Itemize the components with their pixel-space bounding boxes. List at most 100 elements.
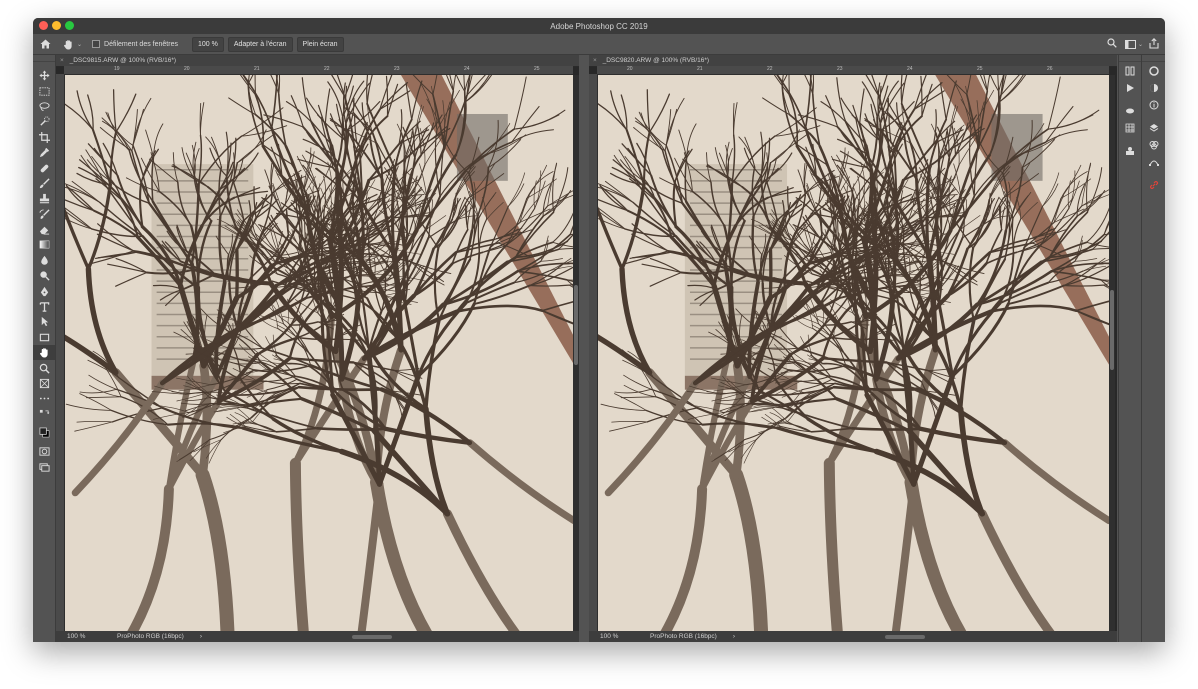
fit-screen-button[interactable]: Adapter à l'écran xyxy=(227,36,293,52)
close-window-button[interactable] xyxy=(39,21,48,30)
color-wheel-icon xyxy=(1149,65,1159,76)
eraser-tool[interactable] xyxy=(33,222,55,237)
history-icon xyxy=(1125,66,1135,75)
horizontal-scrollbar-thumb[interactable] xyxy=(352,634,393,639)
status-zoom[interactable]: 100 % xyxy=(67,633,113,640)
paths-panel-button[interactable] xyxy=(1142,153,1165,170)
vertical-ruler[interactable] xyxy=(56,74,65,631)
panel-grip[interactable] xyxy=(1142,55,1165,62)
vertical-ruler[interactable] xyxy=(589,74,598,631)
workspace-switcher[interactable]: ⌄ xyxy=(1124,39,1143,49)
status-menu-arrow[interactable]: › xyxy=(733,633,735,640)
quick-select-tool-icon xyxy=(39,116,50,127)
rectangle-tool-icon xyxy=(39,333,49,342)
grid-panel-button[interactable] xyxy=(1119,119,1141,136)
ruler-tick-label: 21 xyxy=(697,66,703,72)
tools-panel xyxy=(33,55,56,642)
ruler-tick-label: 25 xyxy=(534,66,540,72)
healing-brush-tool[interactable] xyxy=(33,160,55,175)
horizontal-scrollbar-thumb[interactable] xyxy=(885,634,926,639)
vertical-scrollbar[interactable] xyxy=(573,75,579,632)
hand-tool-icon xyxy=(39,348,48,358)
adjustments-panel-button[interactable] xyxy=(1142,79,1165,96)
lasso-tool[interactable] xyxy=(33,99,55,114)
close-tab-icon[interactable]: × xyxy=(593,57,597,64)
info-panel-button[interactable] xyxy=(1142,96,1165,113)
panel-grip[interactable] xyxy=(1119,55,1141,62)
more-tools[interactable] xyxy=(33,391,55,406)
status-zoom[interactable]: 100 % xyxy=(600,633,646,640)
image-canvas-1[interactable] xyxy=(65,75,574,632)
adjustments-icon xyxy=(1150,83,1158,92)
scroll-all-windows-checkbox[interactable] xyxy=(92,40,101,48)
zoom-100-button[interactable]: 100 % xyxy=(191,36,224,52)
horizontal-ruler[interactable]: 20 21 22 23 24 25 26 xyxy=(597,66,1109,75)
color-panel-button[interactable] xyxy=(1142,62,1165,79)
blur-tool[interactable] xyxy=(33,253,55,268)
rectangle-tool[interactable] xyxy=(33,330,55,345)
crop-tool-icon xyxy=(38,131,50,143)
type-tool[interactable] xyxy=(33,299,55,314)
move-tool[interactable] xyxy=(33,68,55,83)
dodge-tool-icon xyxy=(39,271,50,281)
tool-preset-picker[interactable]: ⌄ xyxy=(63,39,82,50)
share-icon xyxy=(1149,37,1159,49)
horizontal-ruler[interactable]: 19 20 21 22 23 24 25 xyxy=(64,66,573,75)
vertical-scrollbar[interactable] xyxy=(1109,75,1115,632)
fill-screen-button[interactable]: Plein écran xyxy=(296,36,344,52)
search-icon xyxy=(1107,38,1117,48)
frame-tool[interactable] xyxy=(33,376,55,391)
channels-icon xyxy=(1149,140,1159,149)
brush-tool[interactable] xyxy=(33,176,55,191)
app-title: Adobe Photoshop CC 2019 xyxy=(550,21,648,31)
home-icon xyxy=(40,39,50,49)
home-button[interactable] xyxy=(33,39,57,49)
document-window-1: × _DSC9815.ARW @ 100% (RVB/16*) 19 20 21… xyxy=(56,55,579,642)
minimize-window-button[interactable] xyxy=(52,21,61,30)
ruler-tick-label: 23 xyxy=(837,66,843,72)
search-button[interactable] xyxy=(1107,38,1117,50)
libraries-panel-button[interactable] xyxy=(1119,102,1141,119)
share-button[interactable] xyxy=(1149,37,1159,51)
tools-panel-grip[interactable] xyxy=(33,55,55,62)
actions-panel-button[interactable] xyxy=(1119,79,1141,96)
crop-tool[interactable] xyxy=(33,130,55,145)
pen-tool-icon xyxy=(40,286,48,296)
status-bar: 100 % ProPhoto RGB (16bpc) › xyxy=(56,631,579,642)
swap-colors[interactable] xyxy=(33,407,55,422)
quick-select-tool[interactable] xyxy=(33,114,55,129)
photo-bare-tree-branches xyxy=(65,75,574,632)
gradient-tool[interactable] xyxy=(33,237,55,252)
screen-mode[interactable] xyxy=(33,459,55,474)
scrollbar-thumb[interactable] xyxy=(1110,290,1114,370)
grid-icon xyxy=(1125,123,1135,132)
color-swatches[interactable] xyxy=(33,422,55,444)
pen-tool[interactable] xyxy=(33,283,55,298)
layers-panel-button[interactable] xyxy=(1142,119,1165,136)
chevron-down-icon: ⌄ xyxy=(1137,41,1143,48)
channels-panel-button[interactable] xyxy=(1142,136,1165,153)
zoom-tool[interactable] xyxy=(33,360,55,375)
quick-mask[interactable] xyxy=(33,444,55,459)
history-panel-button[interactable] xyxy=(1119,62,1141,79)
eyedropper-tool[interactable] xyxy=(33,145,55,160)
color-swatches-icon xyxy=(39,428,49,438)
properties-panel-button[interactable] xyxy=(1119,142,1141,159)
ruler-tick-label: 21 xyxy=(254,66,260,72)
scrollbar-thumb[interactable] xyxy=(574,285,578,365)
dodge-tool[interactable] xyxy=(33,268,55,283)
hand-tool[interactable] xyxy=(33,345,55,361)
path-select-tool[interactable] xyxy=(33,314,55,329)
panel-dock-left xyxy=(1118,55,1141,642)
marquee-tool[interactable] xyxy=(33,83,55,98)
clone-stamp-tool[interactable] xyxy=(33,191,55,206)
brush-tool-icon xyxy=(39,178,50,189)
zoom-window-button[interactable] xyxy=(65,21,74,30)
image-canvas-2[interactable] xyxy=(598,75,1109,632)
status-menu-arrow[interactable]: › xyxy=(200,633,202,640)
clone-stamp-tool-icon xyxy=(39,194,49,204)
history-brush-tool[interactable] xyxy=(33,207,55,222)
link-panel-button[interactable] xyxy=(1142,176,1165,193)
close-tab-icon[interactable]: × xyxy=(60,57,64,64)
ruler-tick-label: 22 xyxy=(324,66,330,72)
